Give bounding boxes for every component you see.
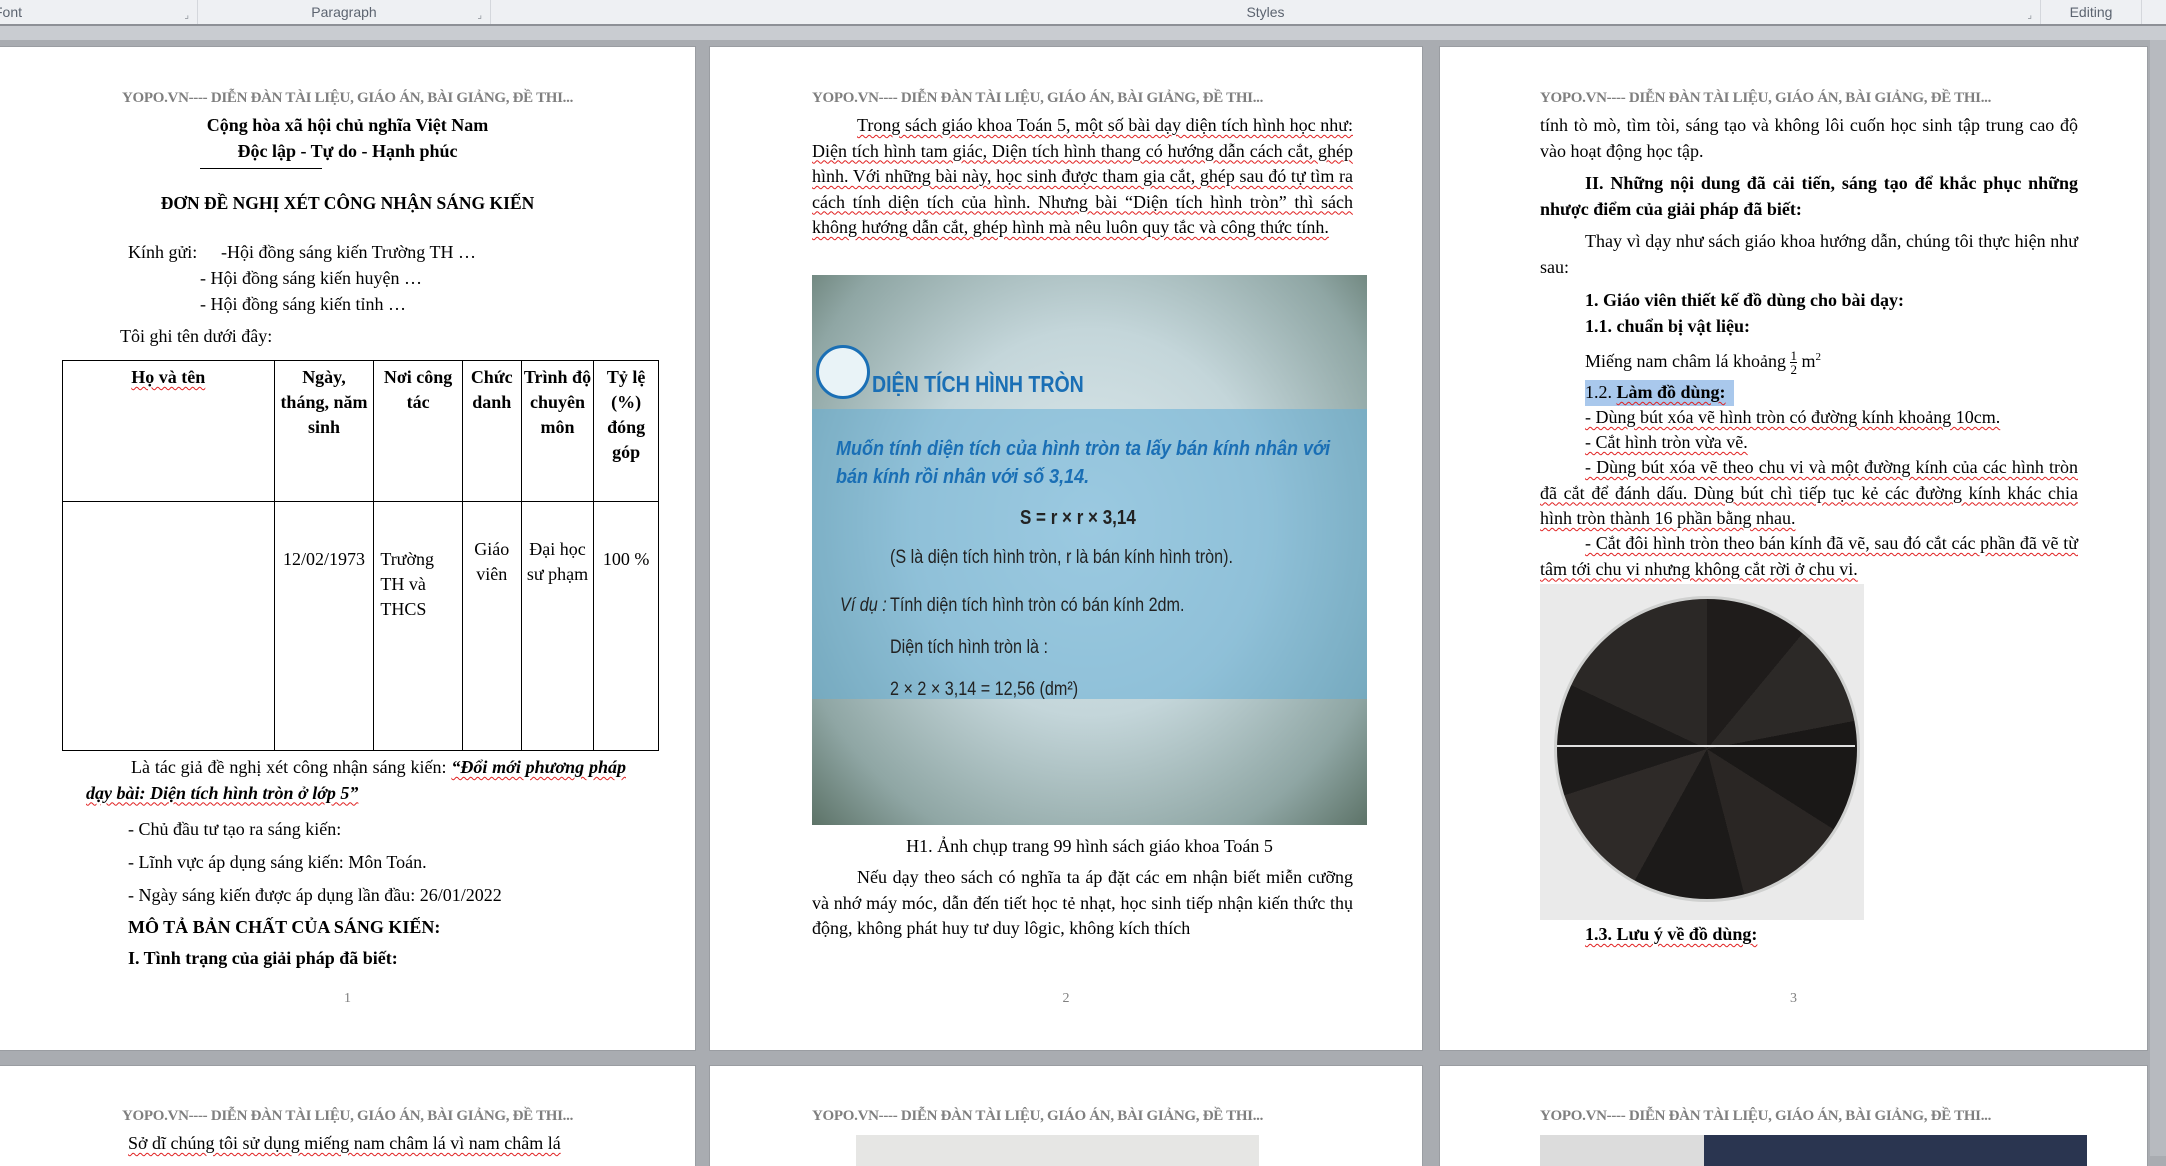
motto-underline bbox=[200, 168, 322, 169]
cell-name bbox=[62, 501, 275, 751]
col-header-qualification: Trình độ chuyên môn bbox=[520, 360, 595, 502]
group-label-paragraph: Paragraph bbox=[311, 4, 377, 20]
page-number: 3 bbox=[1790, 991, 1797, 1006]
dialog-launcher-icon[interactable]: ⌟ bbox=[184, 4, 189, 28]
textbook-rule: Muốn tính diện tích của hình tròn ta lấy… bbox=[836, 438, 1331, 488]
page-header: YOPO.VN---- DIỄN ĐÀN TÀI LIỆU, GIÁO ÁN, … bbox=[1540, 1108, 1992, 1124]
fraction-numerator: 1 bbox=[1790, 348, 1797, 364]
ribbon-group-font: Font⌟ bbox=[0, 0, 198, 24]
ribbon-group-paragraph: Paragraph ⌟ bbox=[198, 0, 491, 24]
page-header: YOPO.VN---- DIỄN ĐÀN TÀI LIỆU, GIÁO ÁN, … bbox=[812, 90, 1264, 106]
vertical-scrollbar[interactable] bbox=[2150, 40, 2166, 1156]
author-paragraph: Là tác giả đề nghị xét công nhận sáng ki… bbox=[86, 755, 626, 806]
photo bbox=[1540, 1135, 2087, 1166]
paragraph: Sở dĩ chúng tôi sử dụng miếng nam châm l… bbox=[128, 1133, 561, 1153]
dialog-launcher-icon[interactable]: ⌟ bbox=[477, 4, 482, 28]
cell-title: Giáo viên bbox=[461, 501, 522, 751]
page-2[interactable]: YOPO.VN---- DIỄN ĐÀN TÀI LIỆU, GIÁO ÁN, … bbox=[710, 47, 1422, 1050]
heading-1-2-selected[interactable]: 1.2. Làm đồ dùng: bbox=[1585, 380, 1734, 406]
page-3[interactable]: YOPO.VN---- DIỄN ĐÀN TÀI LIỆU, GIÁO ÁN, … bbox=[1440, 47, 2147, 1050]
date-applied-line: - Ngày sáng kiến được áp dụng lần đầu: 2… bbox=[128, 885, 502, 905]
dialog-launcher-icon[interactable]: ⌟ bbox=[2027, 4, 2032, 28]
ruler-band bbox=[0, 26, 2166, 40]
textbook-formula: S = r × r × 3,14 bbox=[1020, 507, 1136, 529]
table-row: 12/02/1973 Trường TH và THCS Giáo viên Đ… bbox=[62, 501, 659, 751]
page-number: 2 bbox=[1062, 991, 1070, 1006]
paragraph: Thay vì dạy như sách giáo khoa hướng dẫn… bbox=[1540, 231, 2078, 277]
page-1[interactable]: YOPO.VN---- DIỄN ĐÀN TÀI LIỆU, GIÁO ÁN, … bbox=[0, 47, 695, 1050]
heading-1-3: 1.3. Lưu ý về đồ dùng: bbox=[1585, 924, 1758, 944]
cell-contribution: 100 % bbox=[593, 501, 659, 751]
textbook-photo: DIỆN TÍCH HÌNH TRÒN Muốn tính diện tích … bbox=[812, 275, 1367, 825]
ribbon-group-editing: Editing bbox=[2041, 0, 2142, 24]
material-line: Miếng nam châm lá khoảng 12 m2 bbox=[1585, 345, 1821, 376]
heading-text: Làm đồ dùng: bbox=[1616, 382, 1726, 402]
page-number: 1 bbox=[344, 991, 351, 1006]
step-item: - Cắt đôi hình tròn theo bán kính đã vẽ,… bbox=[1540, 533, 2078, 579]
unit: m bbox=[1801, 351, 1816, 371]
page-5[interactable]: YOPO.VN---- DIỄN ĐÀN TÀI LIỆU, GIÁO ÁN, … bbox=[710, 1066, 1422, 1166]
cell-qualification: Đại học sư phạm bbox=[520, 501, 595, 751]
cell-dob: 12/02/1973 bbox=[273, 501, 375, 751]
textbook-answer: 2 × 2 × 3,14 = 12,56 (dm²) bbox=[890, 679, 1079, 700]
magnet-circle-photo bbox=[1540, 584, 1864, 920]
textbook-legend: (S là diện tích hình tròn, r là bán kính… bbox=[890, 547, 1233, 568]
page-header: YOPO.VN---- DIỄN ĐÀN TÀI LIỆU, GIÁO ÁN, … bbox=[121, 90, 574, 106]
fraction: 12 bbox=[1790, 349, 1797, 376]
col-header-dob: Ngày, tháng, năm sinh bbox=[273, 360, 375, 502]
page-6[interactable]: YOPO.VN---- DIỄN ĐÀN TÀI LIỆU, GIÁO ÁN, … bbox=[1440, 1066, 2147, 1166]
group-label-styles: Styles bbox=[1246, 4, 1285, 20]
group-label-font: Font bbox=[0, 4, 23, 20]
table-header-row: Họ và tên Ngày, tháng, năm sinh Nơi công… bbox=[62, 360, 659, 502]
intro-text: Tôi ghi tên dưới đây: bbox=[120, 326, 273, 346]
recipient-province: - Hội đồng sáng kiến tỉnh … bbox=[200, 294, 406, 314]
textbook-title: DIỆN TÍCH HÌNH TRÒN bbox=[872, 371, 1084, 397]
unit-exponent: 2 bbox=[1815, 351, 1821, 363]
page-header: YOPO.VN---- DIỄN ĐÀN TÀI LIỆU, GIÁO ÁN, … bbox=[1540, 90, 1992, 106]
mascot-icon bbox=[816, 345, 870, 399]
step-item: - Cắt hình tròn vừa vẽ. bbox=[1585, 432, 1748, 452]
textbook-example: Tính diện tích hình tròn có bán kính 2dm… bbox=[890, 595, 1185, 616]
section-title: MÔ TẢ BẢN CHẤT CỦA SÁNG KIẾN: bbox=[128, 917, 441, 937]
diameter-line bbox=[1557, 745, 1855, 747]
paragraph: Nếu dạy theo sách có nghĩa ta áp đặt các… bbox=[812, 867, 1353, 938]
col-header-workplace: Nơi công tác bbox=[373, 360, 463, 502]
ribbon-group-styles: Styles ⌟ bbox=[491, 0, 2041, 24]
section-i-title: I. Tình trạng của giải pháp đã biết: bbox=[128, 948, 398, 968]
col-header-contribution: Tỷ lệ (%) đóng góp bbox=[593, 360, 659, 502]
material-text: Miếng nam châm lá khoảng bbox=[1585, 351, 1791, 371]
fraction-denominator: 2 bbox=[1790, 362, 1797, 378]
paragraph: Trong sách giáo khoa Toán 5, một số bài … bbox=[812, 115, 1353, 237]
national-title: Cộng hòa xã hội chủ nghĩa Việt Nam bbox=[206, 115, 489, 135]
paragraph: tính tò mò, tìm tòi, sáng tạo và không l… bbox=[1540, 115, 2078, 161]
recipient-school: -Hội đồng sáng kiến Trường TH … bbox=[221, 242, 476, 262]
heading-1: 1. Giáo viên thiết kế đồ dùng cho bài dạ… bbox=[1585, 290, 1905, 310]
section-ii-title: II. Những nội dung đã cải tiến, sáng tạo… bbox=[1540, 173, 2078, 219]
col-header-title: Chức danh bbox=[461, 360, 522, 502]
motto: Độc lập - Tự do - Hạnh phúc bbox=[237, 141, 458, 161]
author-table: Họ và tên Ngày, tháng, năm sinh Nơi công… bbox=[62, 360, 659, 751]
step-item: - Dùng bút xóa vẽ theo chu vi và một đườ… bbox=[1540, 457, 2078, 528]
magnet-circle bbox=[1554, 596, 1860, 902]
col-header-name: Họ và tên bbox=[62, 360, 275, 502]
photo bbox=[856, 1135, 1259, 1166]
recipient-district: - Hội đồng sáng kiến huyện … bbox=[200, 268, 422, 288]
step-item: - Dùng bút xóa vẽ hình tròn có đường kín… bbox=[1585, 407, 2001, 427]
author-line: Là tác giả đề nghị xét công nhận sáng ki… bbox=[131, 757, 452, 777]
form-title: ĐƠN ĐỀ NGHỊ XÉT CÔNG NHẬN SÁNG KIẾN bbox=[160, 193, 535, 213]
figure-caption: H1. Ảnh chụp trang 99 hình sách giáo kho… bbox=[906, 836, 1273, 856]
textbook-example-label: Ví dụ : bbox=[840, 595, 887, 616]
field-line: - Lĩnh vực áp dụng sáng kiến: Môn Toán. bbox=[128, 852, 427, 872]
ribbon-group-labels: Font⌟ Paragraph⌟ Styles⌟ Editing bbox=[0, 0, 2166, 26]
cell-workplace: Trường TH và THCS bbox=[373, 501, 463, 751]
page-4[interactable]: YOPO.VN---- DIỄN ĐÀN TÀI LIỆU, GIÁO ÁN, … bbox=[0, 1066, 695, 1166]
page-header: YOPO.VN---- DIỄN ĐÀN TÀI LIỆU, GIÁO ÁN, … bbox=[121, 1108, 574, 1124]
investor-line: - Chủ đầu tư tạo ra sáng kiến: bbox=[128, 819, 342, 839]
heading-number: 1.2. bbox=[1585, 382, 1617, 402]
recipients-label: Kính gửi: bbox=[128, 242, 198, 262]
group-label-editing: Editing bbox=[2069, 4, 2113, 20]
heading-1-1: 1.1. chuẩn bị vật liệu: bbox=[1585, 316, 1751, 336]
textbook-answer-label: Diện tích hình tròn là : bbox=[890, 637, 1049, 658]
page-header: YOPO.VN---- DIỄN ĐÀN TÀI LIỆU, GIÁO ÁN, … bbox=[812, 1108, 1264, 1124]
